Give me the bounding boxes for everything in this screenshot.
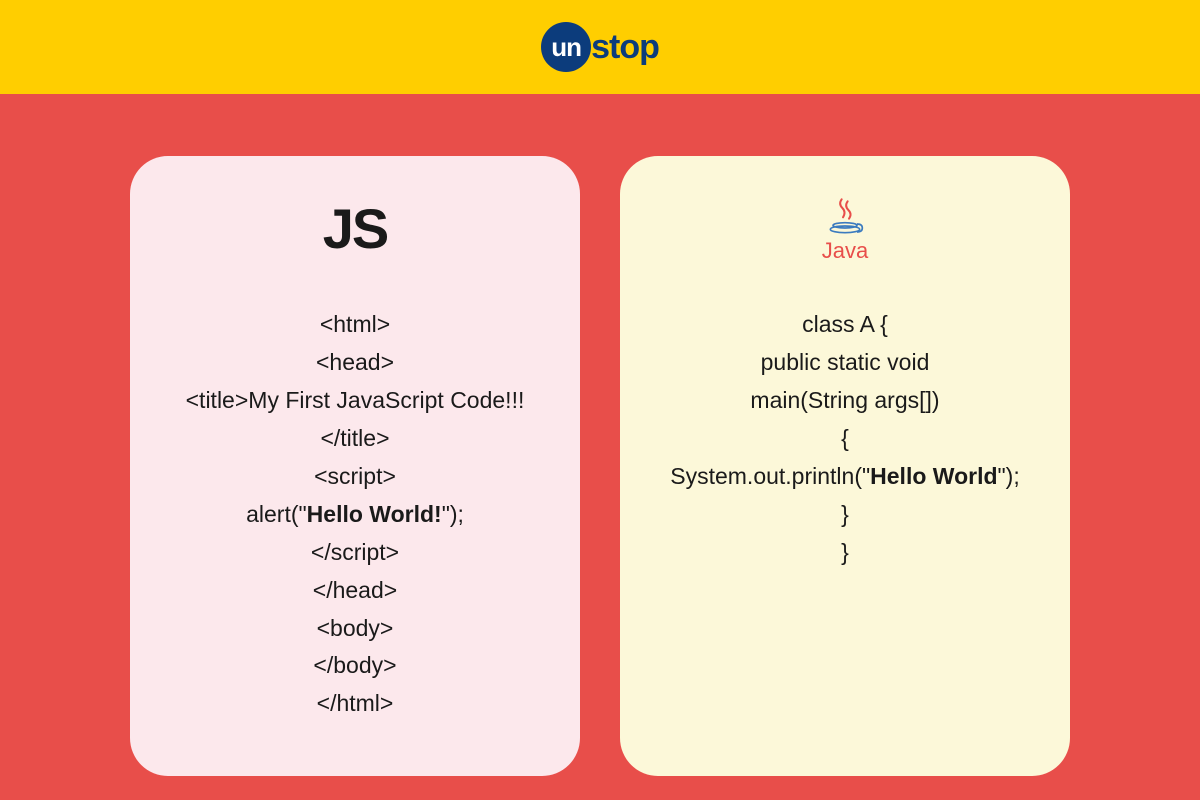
java-steam-icon: [825, 196, 865, 236]
js-card: JS <html> <head> <title>My First JavaScr…: [130, 156, 580, 776]
logo-text-un: un: [551, 32, 581, 63]
js-card-header: JS: [155, 196, 555, 306]
code-line: </html>: [155, 685, 555, 723]
code-line: System.out.println("Hello World");: [645, 458, 1045, 496]
logo-text-stop: stop: [591, 28, 659, 67]
code-text: ");: [442, 501, 464, 527]
code-line: public static void: [645, 344, 1045, 382]
main-content: JS <html> <head> <title>My First JavaScr…: [0, 94, 1200, 800]
java-card: Java class A { public static void main(S…: [620, 156, 1070, 776]
code-line: <body>: [155, 610, 555, 648]
code-line: <title>My First JavaScript Code!!!</titl…: [155, 382, 555, 458]
code-text: System.out.println(": [670, 463, 870, 489]
logo-circle-icon: un: [541, 22, 591, 72]
brand-logo: un stop: [541, 22, 659, 72]
java-card-header: Java: [645, 196, 1045, 306]
code-line: alert("Hello World!");: [155, 496, 555, 534]
code-bold: Hello World!: [307, 501, 442, 527]
code-line: main(String args[]): [645, 382, 1045, 420]
java-logo: Java: [822, 196, 868, 264]
java-logo-text: Java: [822, 238, 868, 264]
js-logo-text: JS: [323, 196, 388, 261]
code-line: }: [645, 534, 1045, 572]
code-line: <head>: [155, 344, 555, 382]
code-bold: Hello World: [870, 463, 997, 489]
code-line: </script>: [155, 534, 555, 572]
code-text: ");: [998, 463, 1020, 489]
code-line: }: [645, 496, 1045, 534]
code-line: </head>: [155, 572, 555, 610]
java-code-block: class A { public static void main(String…: [645, 306, 1045, 572]
js-code-block: <html> <head> <title>My First JavaScript…: [155, 306, 555, 723]
code-line: <html>: [155, 306, 555, 344]
code-text: alert(": [246, 501, 307, 527]
code-line: <script>: [155, 458, 555, 496]
code-line: class A {: [645, 306, 1045, 344]
code-line: {: [645, 420, 1045, 458]
header-bar: un stop: [0, 0, 1200, 94]
code-line: </body>: [155, 647, 555, 685]
